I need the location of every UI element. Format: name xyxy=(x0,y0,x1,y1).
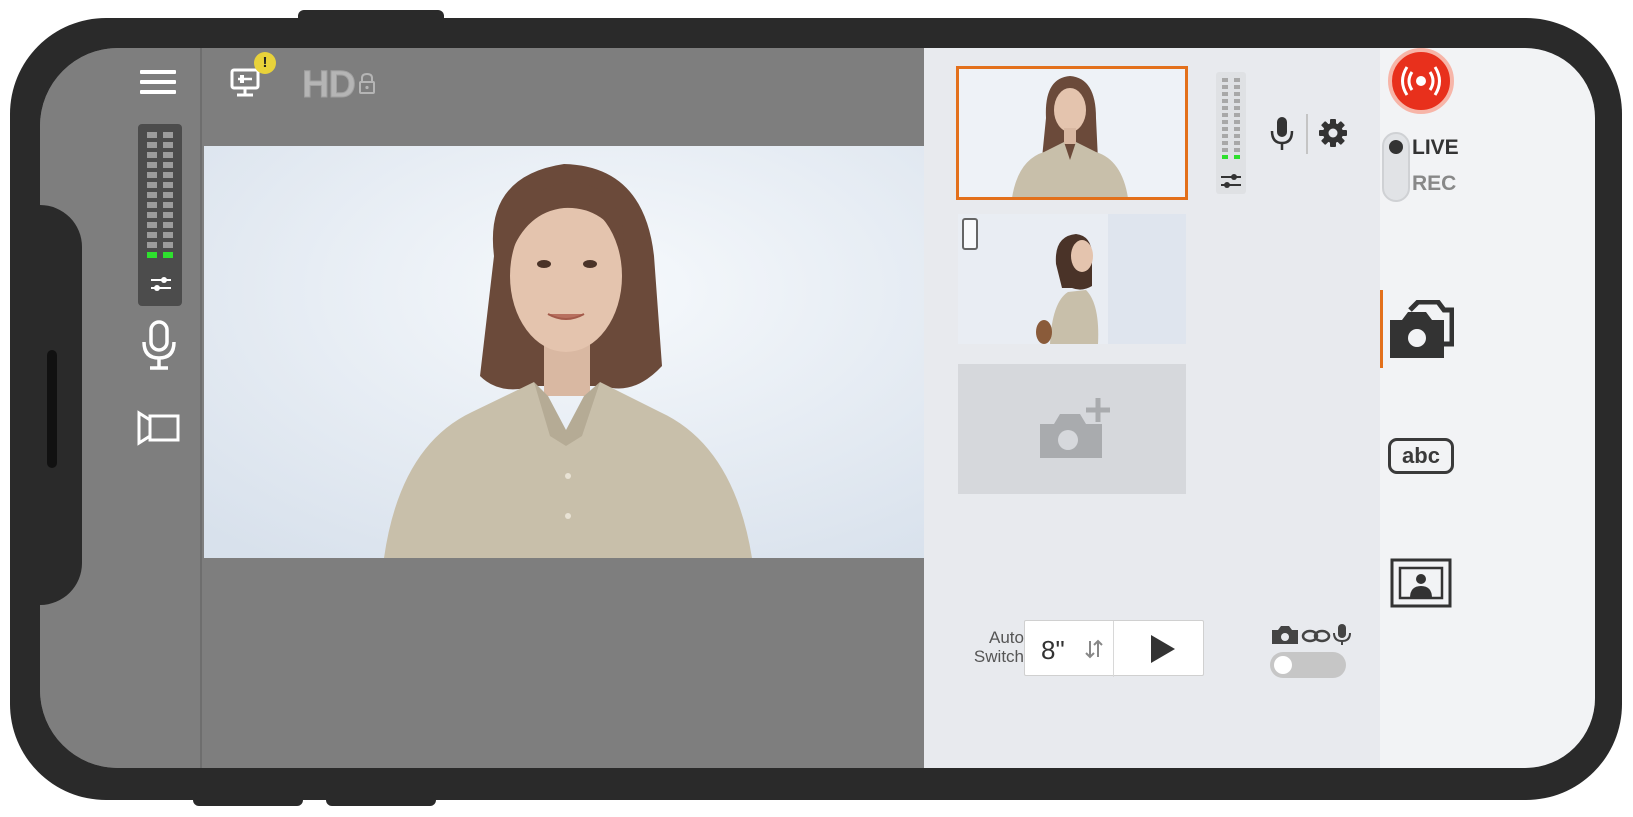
auto-switch-control: 8" xyxy=(1024,620,1204,677)
source-audio-adjust-icon[interactable] xyxy=(1220,172,1242,190)
add-source-button[interactable] xyxy=(958,364,1186,494)
phone-speaker xyxy=(47,350,57,468)
program-preview[interactable] xyxy=(204,146,928,558)
camera-angle-icon[interactable] xyxy=(136,410,182,446)
hamburger-menu-icon[interactable] xyxy=(140,64,178,100)
warning-badge: ! xyxy=(254,52,276,74)
phone-frame: ! HD Auto Switch 8" LIVE REC abc xyxy=(0,0,1633,817)
phone-volume-button xyxy=(326,792,436,806)
meter-column-left xyxy=(147,132,157,262)
play-icon[interactable] xyxy=(1145,633,1179,665)
switch-order-icon[interactable] xyxy=(1083,637,1105,661)
auto-switch-label-line2: Switch xyxy=(973,647,1024,666)
divider xyxy=(1306,114,1308,154)
phone-source-icon xyxy=(962,218,978,250)
auto-switch-label-line1: Auto xyxy=(989,628,1024,647)
auto-switch-interval[interactable]: 8" xyxy=(1041,635,1065,666)
rec-mode-label[interactable]: REC xyxy=(1412,172,1456,196)
app-screen: ! HD Auto Switch 8" LIVE REC abc xyxy=(40,48,1595,768)
audio-adjust-sliders-icon[interactable] xyxy=(150,274,172,294)
auto-switch-label: Auto Switch xyxy=(954,628,1024,666)
text-overlay-tab[interactable]: abc xyxy=(1388,438,1454,474)
camera-plus-icon xyxy=(1040,398,1110,458)
camera-mic-link-icon xyxy=(1272,624,1351,645)
microphone-icon[interactable] xyxy=(140,320,178,372)
sources-panel: Auto Switch 8" xyxy=(924,48,1380,768)
go-live-button[interactable] xyxy=(1388,48,1454,114)
source-2-video-image xyxy=(958,214,1186,344)
master-audio-level-meter xyxy=(138,124,182,306)
active-tab-indicator xyxy=(1380,290,1383,368)
video-quality-label[interactable]: HD xyxy=(302,64,357,107)
live-mode-label[interactable]: LIVE xyxy=(1412,136,1459,160)
live-rec-mode-switch[interactable] xyxy=(1382,132,1410,202)
gear-icon[interactable] xyxy=(1318,118,1348,148)
image-overlay-tab-icon[interactable] xyxy=(1390,558,1452,608)
source-audio-level-meter xyxy=(1216,72,1246,194)
source-meter-column-left xyxy=(1222,78,1228,162)
toggle-knob xyxy=(1274,656,1292,674)
divider xyxy=(1113,621,1114,677)
camera-mic-link-toggle[interactable] xyxy=(1270,652,1346,678)
phone-volume-button xyxy=(193,792,303,806)
source-thumbnail-1[interactable] xyxy=(956,66,1188,200)
meter-column-right xyxy=(163,132,173,262)
source-1-video-image xyxy=(958,68,1186,198)
presenter-video-image xyxy=(204,146,928,558)
source-meter-column-right xyxy=(1234,78,1240,162)
broadcast-sidebar: LIVE REC abc xyxy=(1380,48,1595,768)
source-thumbnail-2[interactable] xyxy=(958,214,1186,344)
lock-icon xyxy=(359,72,375,94)
camera-switch-tab-icon[interactable] xyxy=(1388,300,1454,360)
switch-indicator xyxy=(1389,140,1403,154)
source-microphone-icon[interactable] xyxy=(1270,116,1294,152)
broadcast-icon xyxy=(1401,66,1441,96)
